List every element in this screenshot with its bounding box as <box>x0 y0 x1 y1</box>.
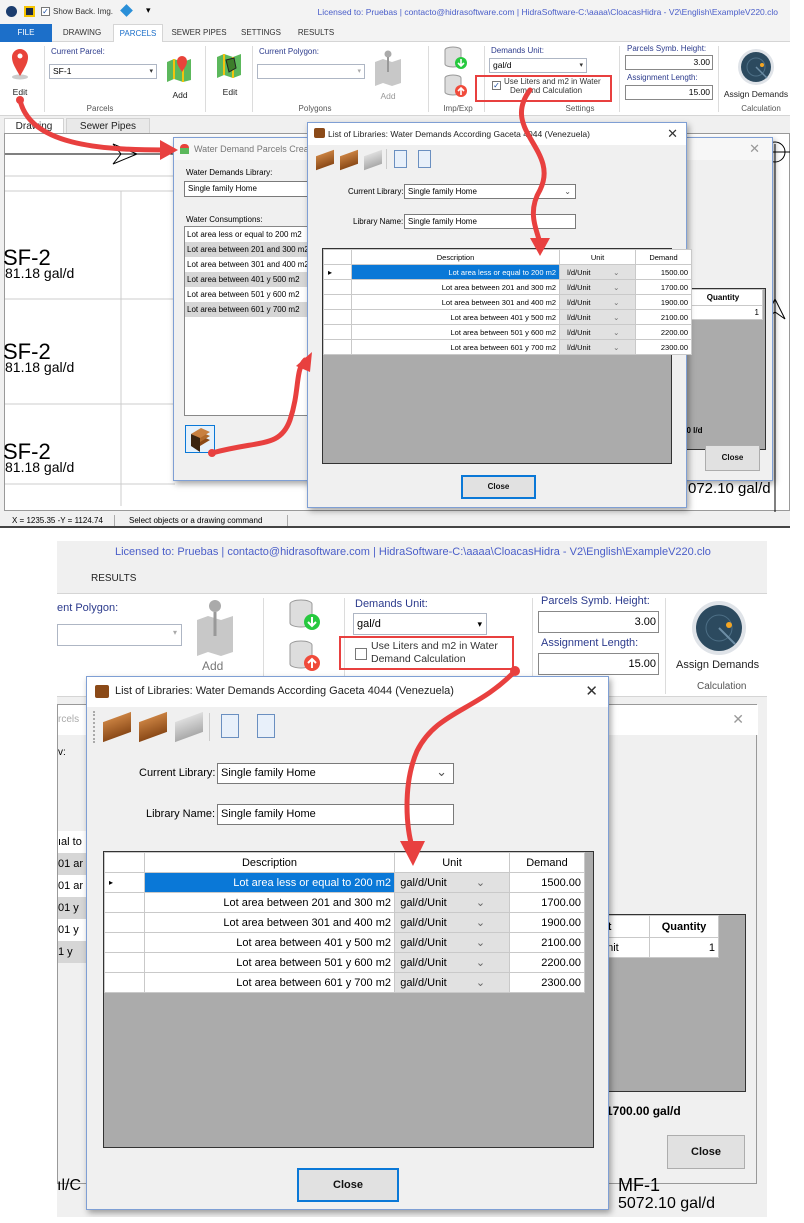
annotation-arrows <box>400 666 520 866</box>
annotation-arrows <box>16 87 550 457</box>
top-screenshot: ✓ Show Back. Img. ▾ Licensed to: Pruebas… <box>0 0 790 528</box>
bottom-screenshot: Licensed to: Pruebas | contacto@hidrasof… <box>57 541 767 1217</box>
